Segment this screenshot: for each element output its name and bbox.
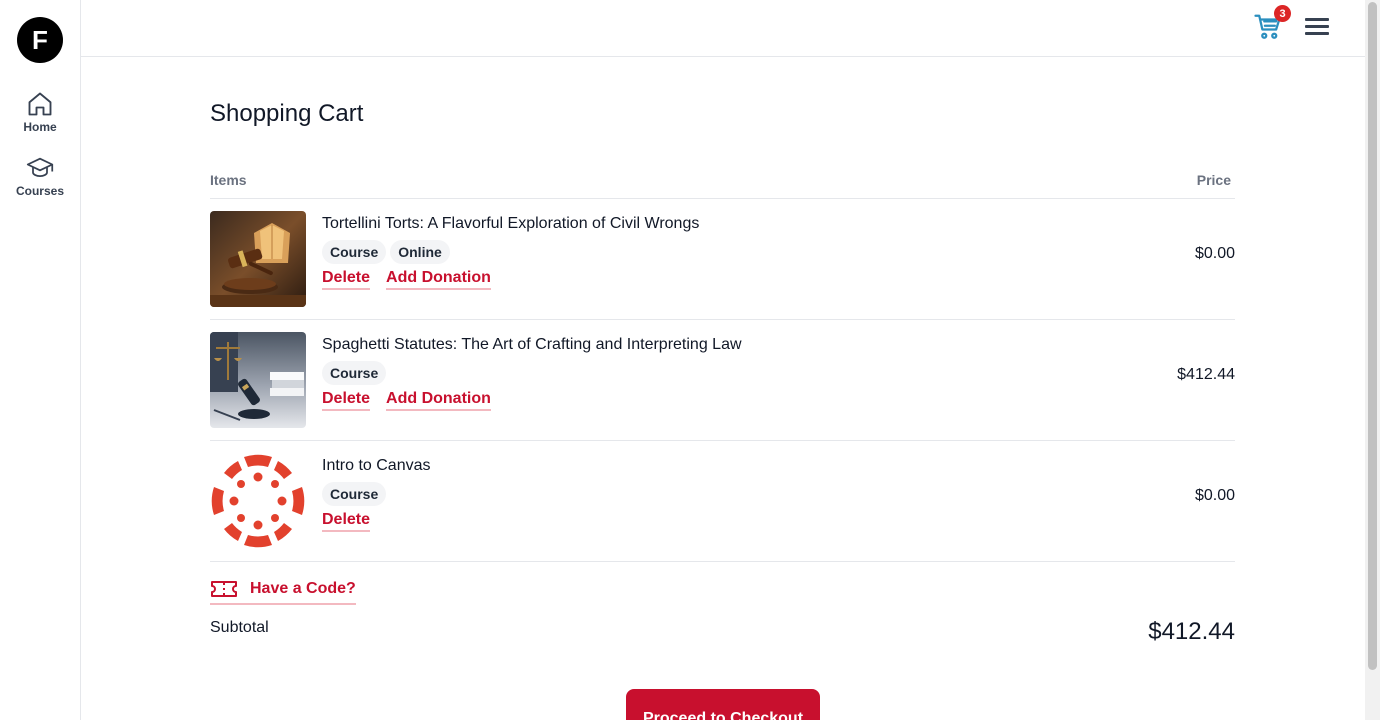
cart-count-badge: 3 (1274, 5, 1291, 22)
item-actions: Delete Add Donation (322, 390, 491, 411)
gavel-and-scales-image (210, 332, 306, 428)
course-thumbnail[interactable] (210, 211, 306, 307)
tag-badge: Online (390, 240, 450, 264)
logo-letter: F (32, 24, 48, 55)
add-donation-button[interactable]: Add Donation (386, 390, 491, 411)
delete-button[interactable]: Delete (322, 511, 371, 532)
cart-item-row: Spaghetti Statutes: The Art of Crafting … (210, 320, 1235, 441)
item-price: $0.00 (1194, 245, 1235, 262)
course-thumbnail[interactable] (210, 453, 306, 549)
home-icon (28, 92, 52, 116)
tag-badge: Course (322, 482, 387, 506)
sidebar-item-home[interactable]: Home (0, 90, 80, 134)
sidebar-item-label: Courses (15, 184, 65, 198)
page-title: Shopping Cart (210, 100, 364, 127)
code-link-label: Have a Code? (250, 580, 356, 597)
gavel-and-books-image (210, 211, 306, 307)
item-actions: Delete (322, 511, 371, 532)
proceed-to-checkout-button[interactable]: Proceed to Checkout (626, 689, 820, 720)
tag-badge: Course (322, 240, 387, 264)
column-header-items: Items (210, 172, 247, 188)
sidebar-item-label: Home (23, 120, 57, 134)
item-tags: Course Online (322, 240, 450, 264)
page-scrollbar[interactable] (1365, 0, 1380, 720)
item-tags: Course (322, 361, 387, 385)
item-price: $412.44 (1177, 366, 1235, 383)
scrollbar-thumb[interactable] (1368, 2, 1377, 670)
brand-logo[interactable]: F (17, 17, 63, 63)
item-title[interactable]: Intro to Canvas (322, 457, 431, 475)
item-price: $0.00 (1194, 487, 1235, 504)
top-header: 3 (81, 0, 1365, 57)
have-a-code-link[interactable]: Have a Code? (210, 577, 356, 605)
delete-button[interactable]: Delete (322, 269, 371, 290)
cart-item-row: Intro to Canvas Course Delete $0.00 (210, 441, 1235, 562)
item-actions: Delete Add Donation (322, 269, 491, 290)
item-title[interactable]: Tortellini Torts: A Flavorful Exploratio… (322, 215, 699, 233)
add-donation-button[interactable]: Add Donation (386, 269, 491, 290)
hamburger-menu-icon[interactable] (1303, 16, 1331, 40)
course-thumbnail[interactable] (210, 332, 306, 428)
tag-badge: Course (322, 361, 387, 385)
sidebar-item-courses[interactable]: Courses (0, 154, 80, 198)
canvas-logo-icon (211, 454, 305, 548)
subtotal-label: Subtotal (210, 619, 269, 636)
item-tags: Course (322, 482, 387, 506)
subtotal-value: $412.44 (1148, 618, 1235, 645)
graduation-cap-icon (26, 157, 54, 178)
ticket-icon (211, 581, 237, 597)
delete-button[interactable]: Delete (322, 390, 371, 411)
sidebar: F Home Courses (0, 0, 81, 720)
item-title[interactable]: Spaghetti Statutes: The Art of Crafting … (322, 336, 742, 354)
column-header-price: Price (1196, 172, 1231, 188)
cart-item-row: Tortellini Torts: A Flavorful Exploratio… (210, 199, 1235, 320)
